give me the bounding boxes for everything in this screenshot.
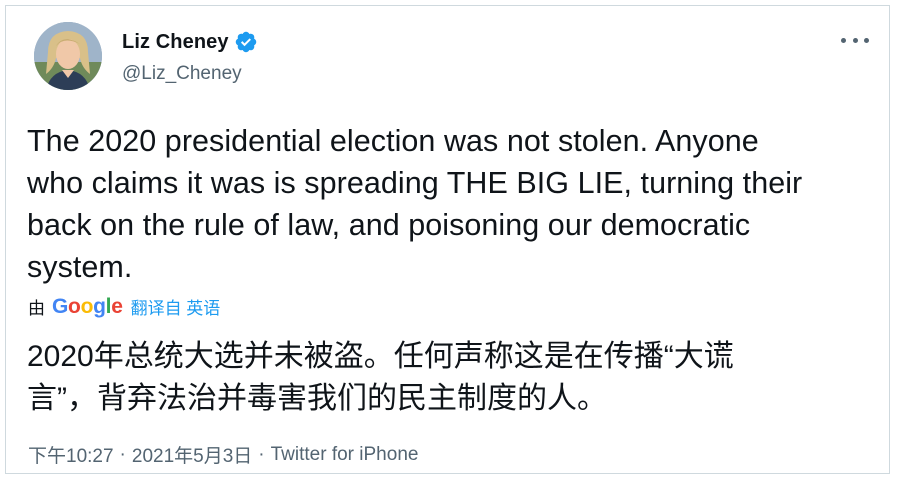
google-logo: Google — [52, 294, 123, 318]
tweet-source[interactable]: Twitter for iPhone — [271, 444, 419, 466]
translation-attribution: 由 Google 翻译自 英语 — [28, 294, 220, 319]
more-horizontal-icon — [852, 37, 858, 43]
display-name[interactable]: Liz Cheney — [122, 31, 229, 54]
tweet-card: Liz Cheney @Liz_Cheney The 2020 presiden… — [5, 5, 890, 474]
avatar-image — [34, 22, 102, 90]
translated-by-label: 由 — [28, 299, 45, 318]
tweet-metadata: 下午10:27 · 2021年5月3日 · Twitter for iPhone — [28, 441, 418, 468]
translated-from-link[interactable]: 翻译自 英语 — [131, 294, 221, 319]
more-horizontal-icon — [841, 37, 846, 43]
tweet-text: The 2020 presidential election was not s… — [27, 124, 803, 284]
more-horizontal-icon — [864, 37, 869, 43]
separator: · — [119, 443, 126, 465]
tweet-date[interactable]: 2021年5月3日 — [132, 441, 252, 468]
translated-tweet-text: 2020年总统大选并未被盗。任何声称这是在传播“大谎 言”，背弃法治并毒害我们的… — [27, 340, 734, 415]
verified-badge-icon — [235, 31, 256, 53]
author-name-row[interactable]: Liz Cheney — [122, 30, 258, 54]
handle[interactable]: @Liz_Cheney — [122, 63, 242, 85]
avatar[interactable] — [34, 22, 102, 90]
more-options-button[interactable] — [841, 30, 869, 50]
tweet-time[interactable]: 下午10:27 — [28, 441, 114, 468]
separator: · — [258, 443, 265, 465]
